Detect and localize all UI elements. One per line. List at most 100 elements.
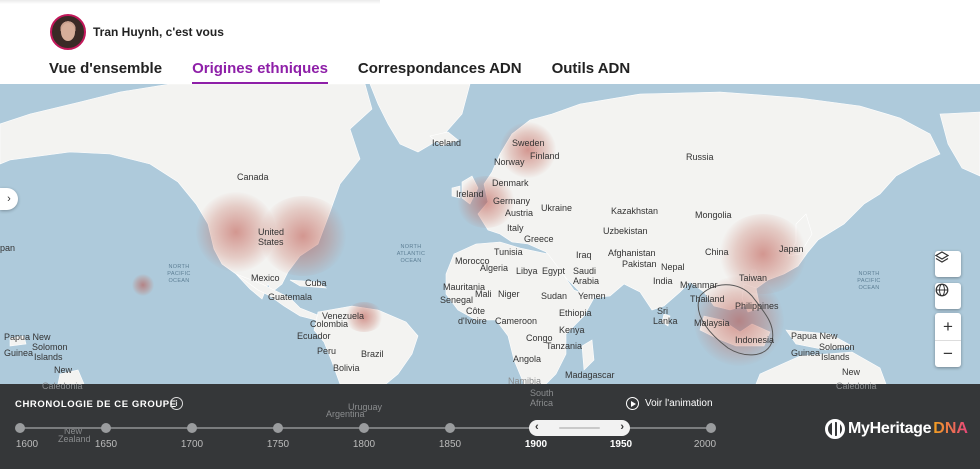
zoom-out-button[interactable]: −	[935, 340, 961, 367]
map-label: United States	[258, 227, 285, 247]
map-label: Malaysia	[694, 318, 730, 328]
chevron-right-icon[interactable]: ›	[620, 421, 624, 433]
map-label: Mali	[475, 289, 492, 299]
brand-name: MyHeritage	[848, 420, 932, 437]
map-label: Uzbekistan	[603, 226, 648, 236]
world-map[interactable]: NORTH ATLANTIC OCEAN NORTH PACIFIC OCEAN…	[0, 84, 980, 384]
timeline-tick-1650[interactable]	[101, 423, 111, 433]
timeline-tick-1750[interactable]	[273, 423, 283, 433]
map-label: Côte	[466, 306, 486, 316]
brand-suffix: DNA	[933, 420, 968, 437]
avatar[interactable]	[50, 14, 86, 50]
chevron-right-icon: ›	[7, 193, 11, 205]
timeline-range-handle[interactable]: ‹ ›	[529, 420, 630, 436]
map-label: Niger	[498, 289, 520, 299]
map-label: Guinea	[4, 348, 34, 358]
map-label: Greece	[524, 234, 554, 244]
tab-ethnicity[interactable]: Origines ethniques	[192, 60, 328, 84]
map-label: Caledonia	[42, 381, 83, 391]
timeline-label-selected-start: 1900	[524, 439, 548, 450]
map-label: Senegal	[440, 295, 474, 305]
range-grip	[559, 427, 600, 429]
map-label: Solomon	[32, 342, 68, 352]
section-tabs: Vue d'ensemble Origines ethniques Corres…	[49, 60, 660, 84]
play-animation-button[interactable]: Voir l'animation	[626, 397, 713, 410]
map-label: Islands	[34, 352, 63, 362]
timeline-tick-1850[interactable]	[445, 423, 455, 433]
map-label: Ethiopia	[559, 308, 592, 318]
info-icon[interactable]: i	[170, 397, 183, 410]
map-label: Caledonia	[836, 381, 877, 391]
map-label: Myanmar	[680, 280, 718, 290]
map-label: Guatemala	[268, 292, 313, 302]
timeline-label: 1800	[352, 439, 376, 450]
map-label: Papua New	[791, 331, 838, 341]
map-label: Philippines	[735, 301, 779, 311]
timeline-tick-1800[interactable]	[359, 423, 369, 433]
timeline-label: 1750	[266, 439, 290, 450]
chevron-left-icon[interactable]: ‹	[535, 421, 539, 433]
timeline-tick-1600[interactable]	[15, 423, 25, 433]
map-label: Norway	[494, 157, 525, 167]
timeline-label: 1700	[180, 439, 204, 450]
tab-dna-tools[interactable]: Outils ADN	[552, 60, 631, 84]
timeline-label: 1600	[15, 439, 39, 450]
map-label: Russia	[686, 152, 714, 162]
timeline-title: CHRONOLOGIE DE CE GROUPE	[15, 399, 177, 410]
map-label: Cameroon	[495, 316, 538, 326]
heat-region-hawaii	[132, 274, 154, 296]
map-label: Iraq	[576, 250, 592, 260]
tab-overview[interactable]: Vue d'ensemble	[49, 60, 162, 84]
map-label: Japan	[779, 244, 804, 254]
map-label: Austria	[505, 208, 534, 218]
page-header: Tran Huynh, c'est vous Vue d'ensemble Or…	[0, 0, 980, 84]
map-label: South	[530, 388, 554, 398]
map-label: Thailand	[690, 294, 725, 304]
timeline-tick-1700[interactable]	[187, 423, 197, 433]
map-label: Sweden	[512, 138, 545, 148]
map-label: Italy	[507, 223, 524, 233]
ocean-label-north-pacific-right: NORTH PACIFIC OCEAN	[857, 271, 881, 291]
map-label: Guinea	[791, 348, 821, 358]
map-label: Finland	[530, 151, 560, 161]
timeline-tick-2000[interactable]	[706, 423, 716, 433]
play-circle-icon	[626, 397, 639, 410]
map-label: Egypt	[542, 266, 566, 276]
globe-icon	[935, 283, 949, 297]
map-label: Ireland	[456, 189, 484, 199]
timeline-label: 2000	[693, 439, 717, 450]
map-label: d'Ivoire	[458, 316, 487, 326]
map-label: New	[54, 365, 73, 375]
globe-button[interactable]	[935, 283, 961, 309]
map-label: Cuba	[305, 278, 327, 288]
timeline-label-selected-end: 1950	[609, 439, 633, 450]
map-label: Peru	[317, 346, 337, 356]
zoom-in-button[interactable]: +	[935, 313, 961, 340]
map-label: Kazakhstan	[611, 206, 659, 216]
map-label: Germany	[493, 196, 531, 206]
layers-button[interactable]	[935, 251, 961, 277]
ocean-label-north-atlantic: NORTH ATLANTIC OCEAN	[396, 244, 426, 264]
myheritage-logo-icon	[825, 419, 845, 439]
timeline-label: 1850	[438, 439, 462, 450]
map-label: Madagascar	[565, 370, 615, 380]
map-label: Indonesia	[735, 335, 775, 345]
user-greeting: Tran Huynh, c'est vous	[93, 25, 224, 39]
map-label: Yemen	[578, 291, 606, 301]
map-label: Mongolia	[695, 210, 732, 220]
map-label: Sudan	[541, 291, 568, 301]
map-label: Africa	[530, 398, 554, 408]
timeline-panel: Namibia South Africa Caledonia Caledonia…	[0, 376, 980, 469]
map-label: New	[842, 367, 861, 377]
map-label: Brazil	[361, 349, 384, 359]
app-root: Tran Huynh, c'est vous Vue d'ensemble Or…	[0, 0, 980, 469]
map-label: Islands	[821, 352, 850, 362]
ocean-label-north-pacific-left: NORTH PACIFIC OCEAN	[167, 264, 191, 284]
map-label: Canada	[237, 172, 269, 182]
map-label: Ecuador	[297, 331, 331, 341]
map-label: Kenya	[559, 325, 585, 335]
tab-dna-matches[interactable]: Correspondances ADN	[358, 60, 522, 84]
zoom-controls: + −	[935, 313, 961, 367]
map-label: Afghanistan	[608, 248, 656, 258]
map-label: India	[653, 276, 673, 286]
